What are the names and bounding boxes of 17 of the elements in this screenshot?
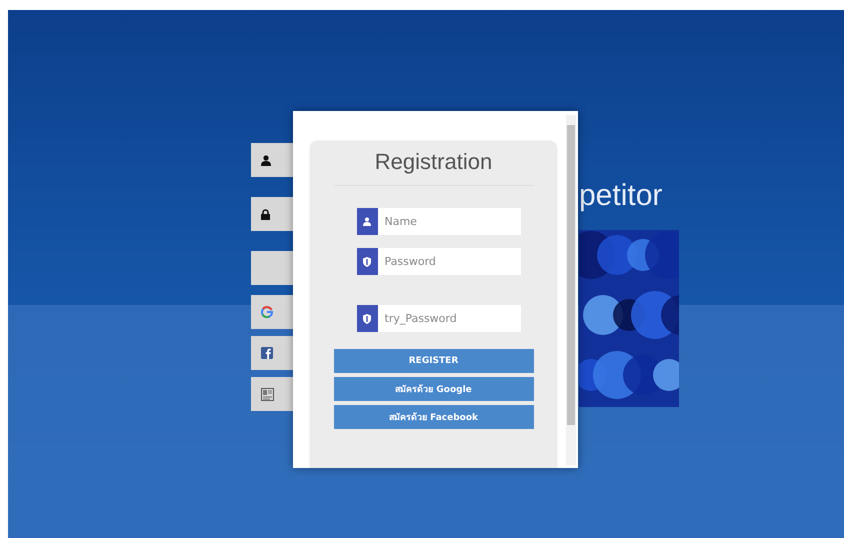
input-field[interactable]: try_Password — [378, 305, 520, 332]
google-icon — [261, 306, 273, 318]
page-heading: petitor — [579, 178, 664, 214]
facebook-icon — [261, 347, 273, 359]
id-card-icon — [261, 388, 274, 400]
submit-button[interactable]: REGISTER — [334, 349, 534, 373]
submit-button[interactable]: สมัครด้วย Google — [334, 377, 534, 401]
user-icon — [261, 154, 271, 166]
shield-icon — [356, 305, 378, 332]
input-field[interactable]: Name — [378, 208, 520, 235]
scrollbar[interactable] — [566, 115, 576, 465]
input-field[interactable]: Password — [378, 248, 520, 275]
lock-icon — [261, 208, 270, 220]
dialog-title: Registration — [374, 149, 492, 175]
submit-button[interactable]: สมัครด้วย Facebook — [334, 405, 534, 429]
user-icon — [356, 208, 378, 235]
shield-icon — [356, 248, 378, 275]
